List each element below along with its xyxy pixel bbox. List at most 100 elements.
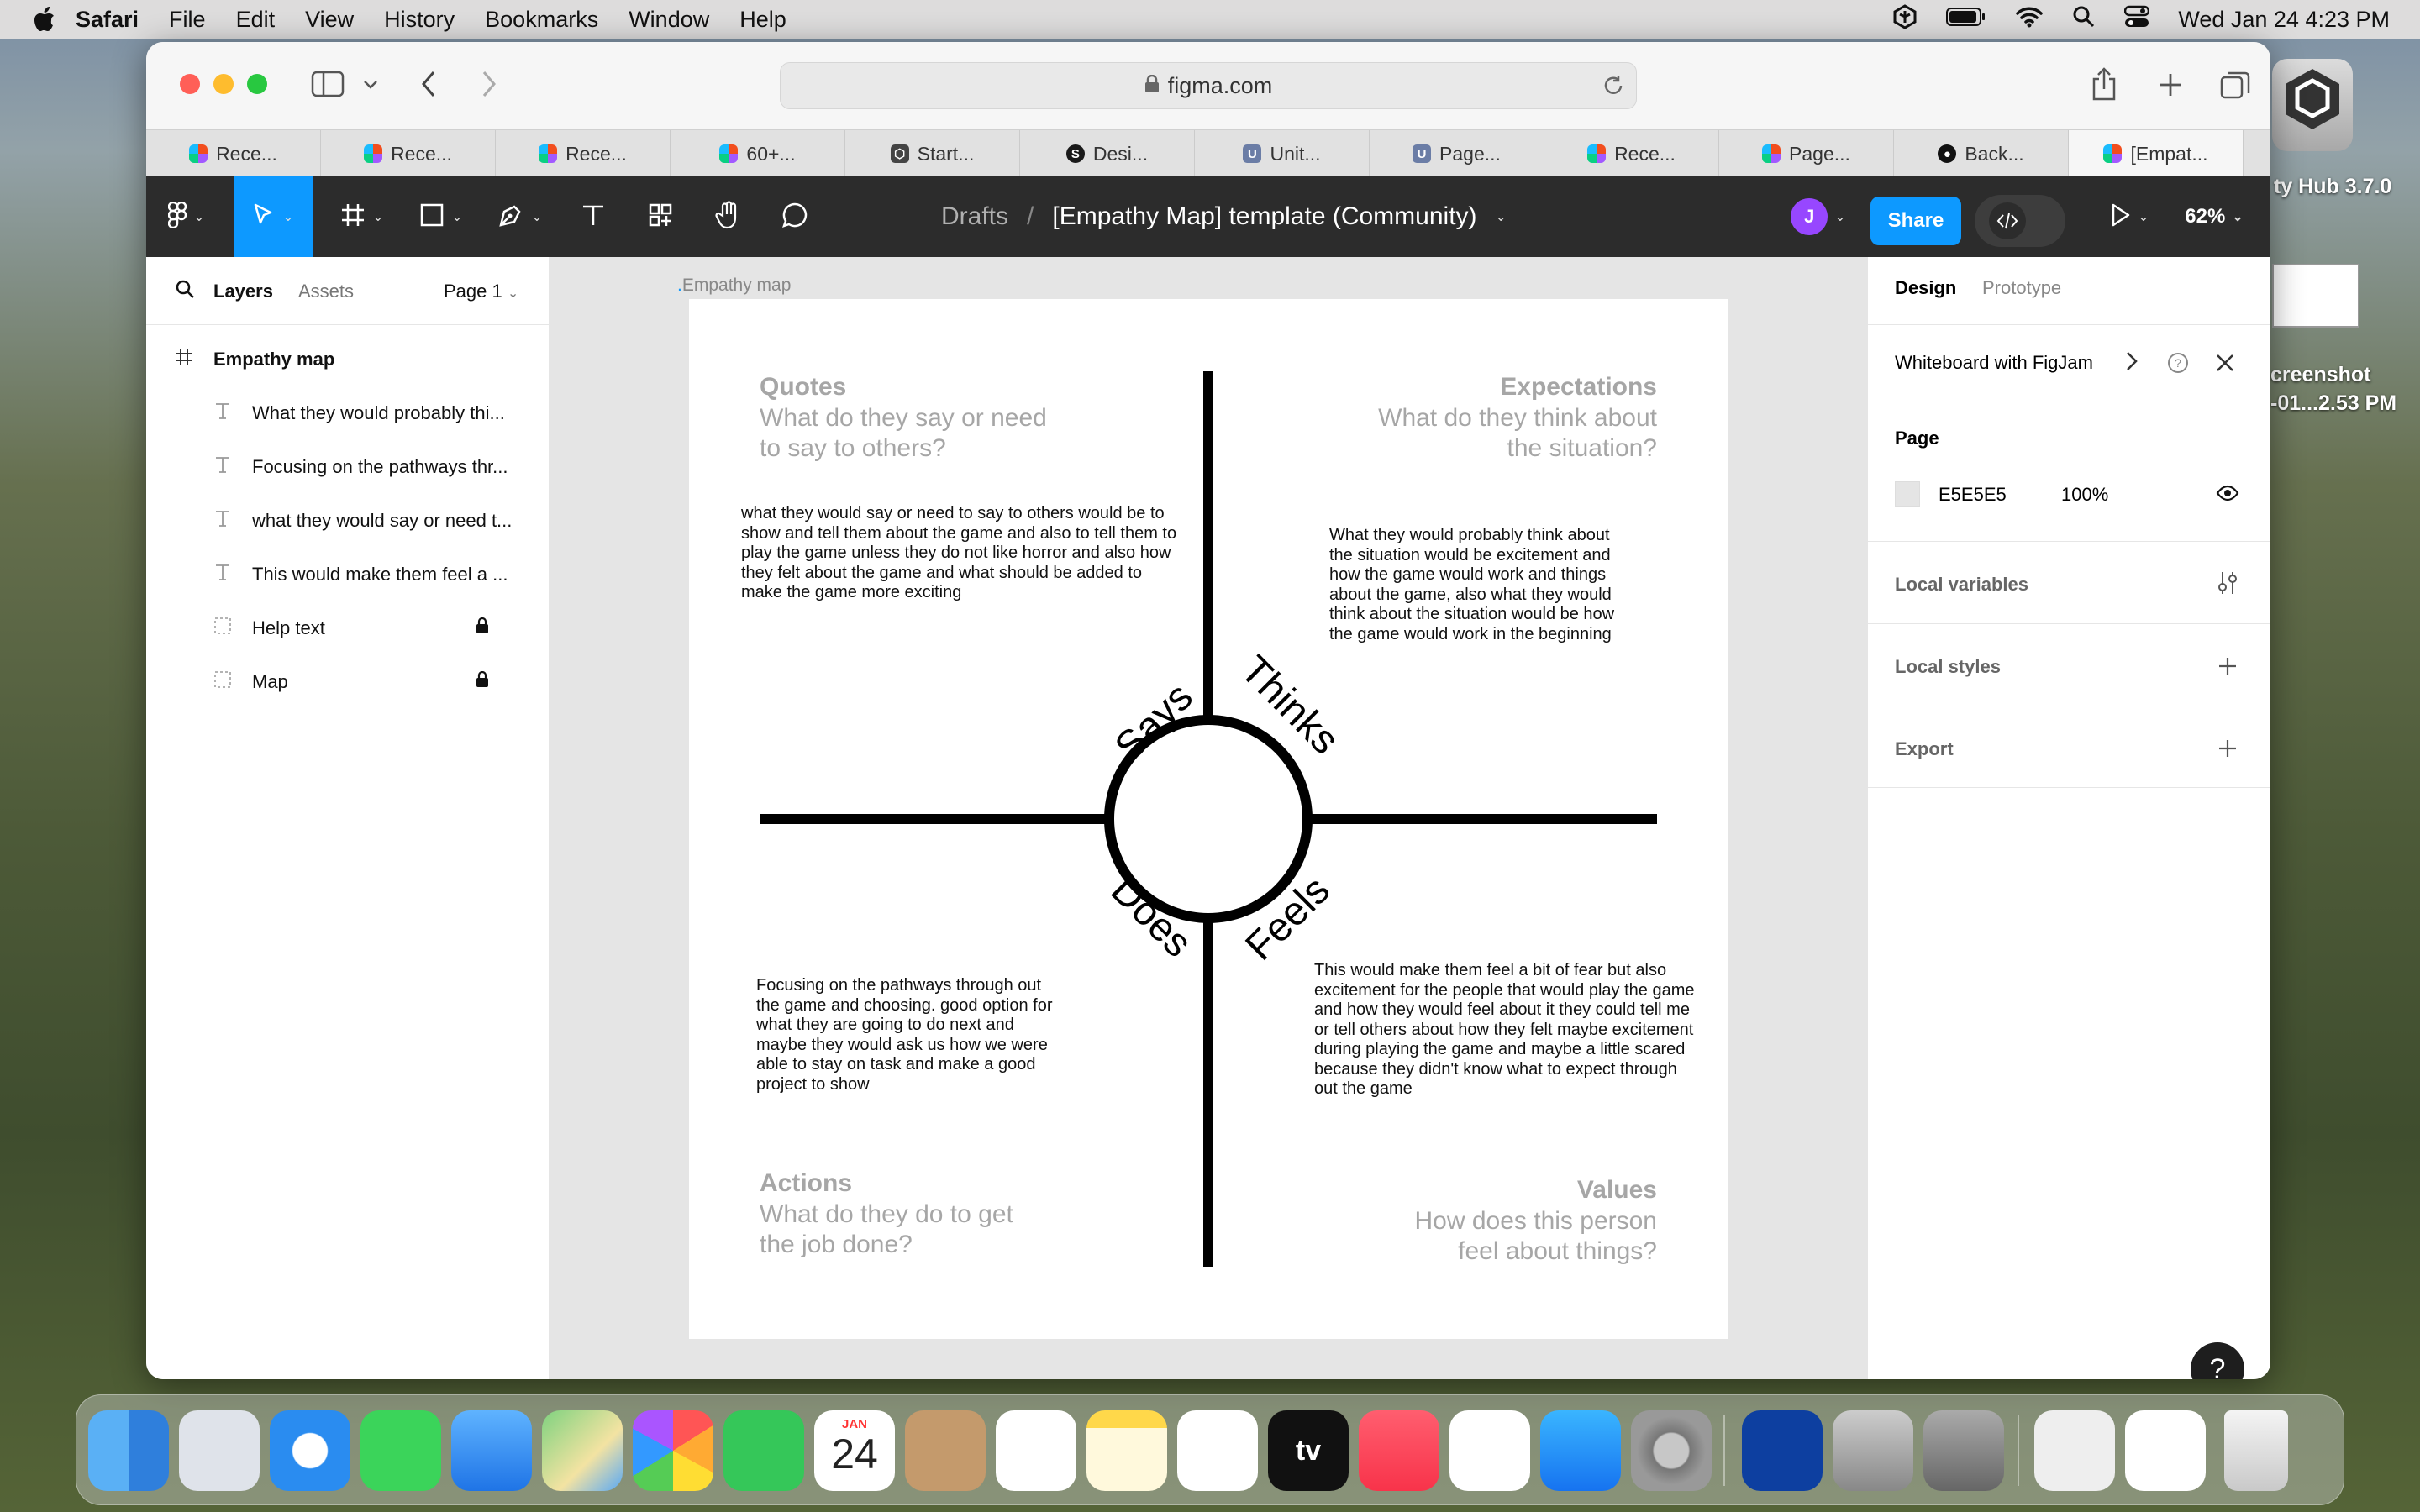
file-title[interactable]: [Empathy Map] template (Community) bbox=[1052, 202, 1476, 231]
share-icon[interactable] bbox=[2091, 67, 2118, 105]
battery-icon[interactable] bbox=[1946, 7, 1986, 33]
contacts-icon[interactable] bbox=[905, 1410, 986, 1491]
app-store-icon[interactable] bbox=[1540, 1410, 1621, 1491]
browser-tab-5[interactable]: ⬡ Start... bbox=[845, 130, 1020, 177]
zoom-menu[interactable]: 62% ⌄ bbox=[2176, 176, 2252, 257]
help-button[interactable]: ? bbox=[2191, 1342, 2244, 1379]
browser-tab-10[interactable]: Page... bbox=[1719, 130, 1894, 177]
layer-row[interactable]: What they would probably thi... bbox=[146, 386, 550, 440]
browser-tab-3[interactable]: Rece... bbox=[496, 130, 671, 177]
layer-frame-empathy-map[interactable]: Empathy map bbox=[146, 333, 550, 386]
music-icon[interactable] bbox=[1359, 1410, 1439, 1491]
new-tab-icon[interactable] bbox=[2158, 72, 2183, 102]
close-icon[interactable] bbox=[2216, 354, 2234, 376]
screenshot-thumbnail[interactable] bbox=[2272, 264, 2360, 328]
forward-icon[interactable] bbox=[481, 71, 497, 102]
sticky-note-thinks[interactable]: What they would probably think about the… bbox=[1329, 526, 1632, 644]
finder-icon[interactable] bbox=[88, 1410, 169, 1491]
unity-status-icon[interactable] bbox=[1892, 3, 1918, 35]
page-selector[interactable]: Page 1 ⌄ bbox=[444, 281, 518, 302]
reload-icon[interactable] bbox=[1602, 75, 1624, 102]
search-icon[interactable] bbox=[175, 279, 195, 304]
browser-tab-2[interactable]: Rece... bbox=[321, 130, 496, 177]
screenshot-file-icon[interactable] bbox=[2125, 1410, 2206, 1491]
menu-view[interactable]: View bbox=[305, 7, 354, 33]
comment-tool[interactable] bbox=[771, 176, 818, 257]
browser-tab-11[interactable]: ● Back... bbox=[1894, 130, 2069, 177]
layer-row[interactable]: Focusing on the pathways thr... bbox=[146, 440, 550, 494]
variables-icon[interactable] bbox=[2216, 570, 2239, 600]
minimize-window-button[interactable] bbox=[213, 74, 234, 94]
zoom-window-button[interactable] bbox=[247, 74, 267, 94]
text-tool[interactable] bbox=[570, 176, 617, 257]
share-button[interactable]: Share bbox=[1870, 197, 1961, 245]
multiplayer-avatars[interactable]: J ⌄ bbox=[1776, 176, 1860, 257]
local-styles-section[interactable]: Local styles bbox=[1868, 623, 2270, 706]
chevron-down-icon[interactable] bbox=[363, 79, 378, 94]
browser-tab-4[interactable]: 60+... bbox=[671, 130, 845, 177]
shape-tool[interactable]: ⌄ bbox=[412, 176, 471, 257]
figma-main-menu[interactable]: ⌄ bbox=[146, 176, 227, 257]
frame-tool[interactable]: ⌄ bbox=[333, 176, 392, 257]
back-icon[interactable] bbox=[420, 71, 437, 102]
unity-icon[interactable] bbox=[1923, 1410, 2004, 1491]
menu-bookmarks[interactable]: Bookmarks bbox=[485, 7, 598, 33]
news-icon[interactable] bbox=[1449, 1410, 1530, 1491]
browser-tab-6[interactable]: S Desi... bbox=[1020, 130, 1195, 177]
plus-icon[interactable] bbox=[2217, 656, 2238, 680]
layer-row[interactable]: Map bbox=[146, 655, 550, 709]
launchpad-icon[interactable] bbox=[179, 1410, 260, 1491]
pen-tool[interactable]: ⌄ bbox=[491, 176, 550, 257]
empathy-map-frame[interactable]: Quotes What do they say or need to say t… bbox=[689, 299, 1728, 1339]
unity-hub-desktop-icon[interactable] bbox=[2272, 59, 2353, 151]
apple-tv-icon[interactable]: tv bbox=[1268, 1410, 1349, 1491]
messages-icon[interactable] bbox=[360, 1410, 441, 1491]
menu-help[interactable]: Help bbox=[739, 7, 786, 33]
dev-mode-toggle[interactable] bbox=[1975, 195, 2065, 247]
help-circle-icon[interactable]: ? bbox=[2167, 352, 2189, 378]
address-bar[interactable]: figma.com bbox=[780, 62, 1637, 109]
breadcrumb-drafts[interactable]: Drafts bbox=[941, 202, 1008, 231]
unity-hub-icon[interactable] bbox=[1833, 1410, 1913, 1491]
resources-tool[interactable] bbox=[637, 176, 684, 257]
browser-tab-9[interactable]: Rece... bbox=[1544, 130, 1719, 177]
trash-icon[interactable] bbox=[2224, 1410, 2288, 1491]
layer-row[interactable]: This would make them feel a ... bbox=[146, 548, 550, 601]
teamviewer-icon[interactable] bbox=[1742, 1410, 1823, 1491]
sidebar-toggle-icon[interactable] bbox=[311, 71, 345, 102]
local-variables-section[interactable]: Local variables bbox=[1868, 541, 2270, 623]
frame-label[interactable]: .Empathy map bbox=[677, 276, 791, 296]
plus-icon[interactable] bbox=[2217, 738, 2238, 763]
eye-icon[interactable] bbox=[2216, 485, 2239, 506]
hand-tool[interactable] bbox=[704, 176, 751, 257]
canvas[interactable]: .Empathy map Quotes What do they say or … bbox=[550, 257, 1867, 1379]
apple-icon[interactable] bbox=[32, 7, 57, 32]
photos-icon[interactable] bbox=[633, 1410, 713, 1491]
safari-icon[interactable] bbox=[270, 1410, 350, 1491]
mail-icon[interactable] bbox=[451, 1410, 532, 1491]
tab-prototype[interactable]: Prototype bbox=[1982, 277, 2061, 299]
maps-icon[interactable] bbox=[542, 1410, 623, 1491]
close-window-button[interactable] bbox=[180, 74, 200, 94]
chevron-down-icon[interactable]: ⌄ bbox=[1496, 208, 1507, 225]
sticky-note-feels[interactable]: This would make them feel a bit of fear … bbox=[1314, 961, 1701, 1100]
browser-tab-12[interactable]: [Empat... bbox=[2069, 130, 2244, 177]
clock[interactable]: Wed Jan 24 4:23 PM bbox=[2178, 7, 2390, 33]
tab-assets[interactable]: Assets bbox=[298, 281, 354, 302]
figjam-banner[interactable]: Whiteboard with FigJam ? bbox=[1868, 324, 2270, 402]
menu-app-name[interactable]: Safari bbox=[76, 7, 139, 33]
browser-tab-7[interactable]: U Unit... bbox=[1195, 130, 1370, 177]
notes-icon[interactable] bbox=[1086, 1410, 1167, 1491]
spotlight-search-icon[interactable] bbox=[2072, 5, 2096, 34]
freeform-icon[interactable] bbox=[1177, 1410, 1258, 1491]
browser-tab-1[interactable]: Rece... bbox=[146, 130, 321, 177]
tab-design[interactable]: Design bbox=[1895, 277, 1956, 299]
tab-layers[interactable]: Layers bbox=[213, 281, 273, 302]
wifi-icon[interactable] bbox=[2015, 6, 2044, 34]
move-tool[interactable]: ⌄ bbox=[234, 176, 313, 257]
page-color-swatch[interactable] bbox=[1895, 481, 1920, 507]
facetime-icon[interactable] bbox=[723, 1410, 804, 1491]
page-opacity-value[interactable]: 100% bbox=[2061, 484, 2108, 506]
layer-row[interactable]: Help text bbox=[146, 601, 550, 655]
reminders-icon[interactable] bbox=[996, 1410, 1076, 1491]
